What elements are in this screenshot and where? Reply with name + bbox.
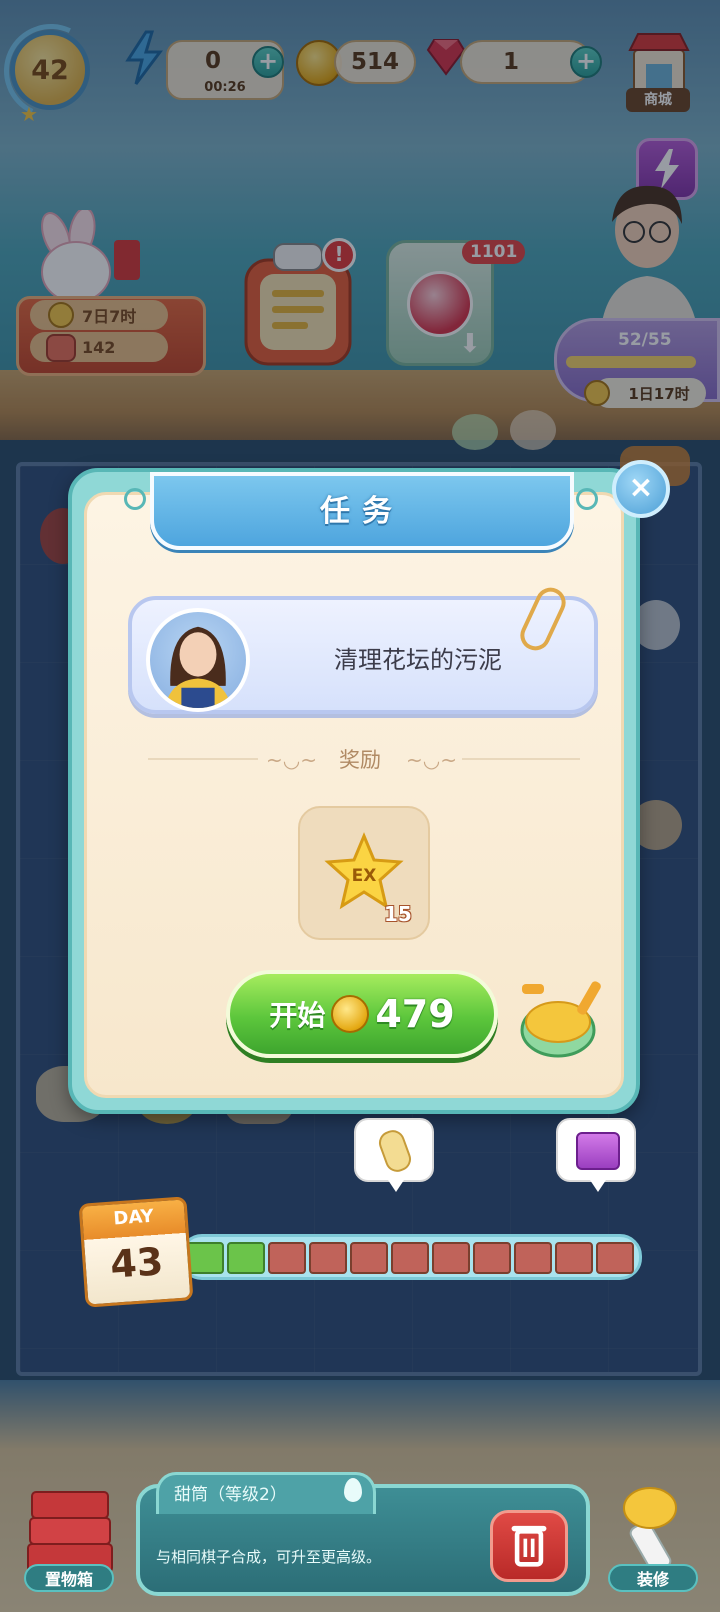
start-button-cost: 479	[375, 992, 455, 1036]
banner-curl-right	[576, 488, 598, 510]
start-button-label: 开始	[269, 999, 326, 1032]
reward-quantity: 15	[384, 902, 412, 926]
progress-segment-empty	[350, 1242, 388, 1274]
reward-divider-left	[148, 758, 258, 760]
progress-segment-filled	[227, 1242, 265, 1274]
progress-segment-empty	[432, 1242, 470, 1274]
cooking-pot-icon	[520, 981, 601, 1058]
banner-curl-left	[124, 488, 146, 510]
reward-heading: 奖励	[339, 748, 381, 772]
day-number: 43	[108, 1239, 165, 1287]
trash-icon	[511, 1525, 547, 1567]
pastry-reward-icon	[375, 1126, 415, 1176]
item-info-description: 与相同棋子合成，可升至更高级。	[156, 1548, 382, 1566]
progress-segment-empty	[514, 1242, 552, 1274]
delete-item-button[interactable]	[490, 1510, 568, 1582]
coin-icon	[331, 995, 370, 1033]
day-calendar: DAY 43	[78, 1196, 194, 1308]
reward-divider-right	[462, 758, 580, 760]
milestone-reward-bubble-2[interactable]	[556, 1118, 636, 1192]
ex-star-icon: EX	[324, 832, 404, 910]
day-label: DAY	[112, 1205, 155, 1230]
progress-segment-empty	[309, 1242, 347, 1274]
progress-segment-filled	[186, 1242, 224, 1274]
task-giver-avatar	[146, 608, 250, 712]
decorate-label: 装修	[608, 1564, 698, 1592]
purple-chest-icon	[576, 1132, 620, 1170]
woman-portrait-icon	[164, 626, 232, 708]
milestone-reward-bubble-1[interactable]	[354, 1118, 434, 1192]
close-button[interactable]: ×	[612, 460, 670, 518]
start-task-button[interactable]: 开始 479	[226, 970, 498, 1058]
info-drop-icon	[344, 1478, 362, 1502]
progress-segment-empty	[596, 1242, 634, 1274]
storage-label: 置物箱	[24, 1564, 114, 1592]
ex-badge-text: EX	[352, 866, 377, 886]
progress-segment-empty	[473, 1242, 511, 1274]
progress-segment-empty	[391, 1242, 429, 1274]
item-info-title: 甜筒（等级2）	[174, 1485, 287, 1505]
task-dialog-title: 任务	[320, 494, 404, 529]
progress-segment-empty	[268, 1242, 306, 1274]
progress-segment-empty	[555, 1242, 593, 1274]
